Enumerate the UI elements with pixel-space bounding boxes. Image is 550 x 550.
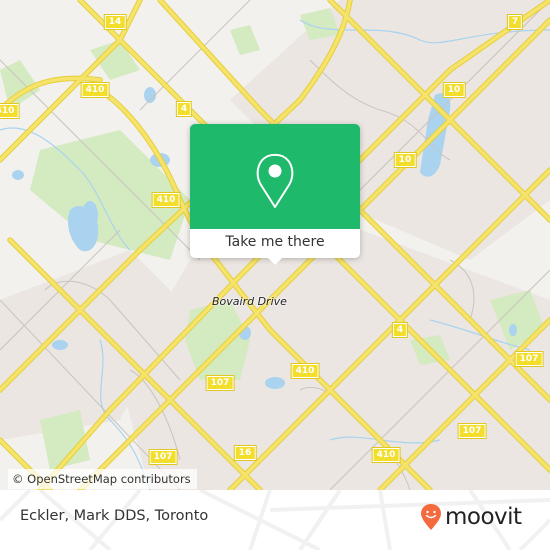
highway-shield-16: 16 <box>233 445 257 461</box>
footer-panel: Eckler, Mark DDS, Toronto moovit <box>0 490 550 550</box>
highway-shield-14: 14 <box>103 14 127 30</box>
highway-shield-410: 410 <box>151 192 181 208</box>
highway-shield-107: 107 <box>514 351 544 367</box>
highway-shield-7: 7 <box>506 14 524 30</box>
highway-shield-410: 410 <box>0 103 20 119</box>
place-label-bovaird-drive: Bovaird Drive <box>212 295 287 308</box>
moovit-pin-icon <box>421 504 441 530</box>
popup-pointer <box>267 257 283 265</box>
map-pin-icon <box>256 153 294 208</box>
highway-shield-107: 107 <box>205 375 235 391</box>
moovit-wordmark: moovit <box>445 504 522 530</box>
highway-shield-410: 410 <box>80 82 110 98</box>
highway-shield-107: 107 <box>148 449 178 465</box>
popup-header <box>190 124 360 229</box>
place-title: Eckler, Mark DDS, Toronto <box>20 508 209 524</box>
highway-shield-10: 10 <box>393 152 417 168</box>
highway-shield-107: 107 <box>457 423 487 439</box>
map[interactable]: 14 410 410 4 410 410 10 10 7 4 410 107 1… <box>0 0 550 490</box>
highway-shield-4: 4 <box>391 322 409 338</box>
moovit-logo[interactable]: moovit <box>420 502 522 532</box>
highway-shield-410: 410 <box>290 363 320 379</box>
map-attribution[interactable]: © OpenStreetMap contributors <box>8 469 197 489</box>
highway-shield-410: 410 <box>371 447 401 463</box>
highway-shield-4: 4 <box>175 101 193 117</box>
location-popup: Take me there <box>190 124 360 265</box>
highway-shield-10: 10 <box>442 82 466 98</box>
take-me-there-button[interactable]: Take me there <box>190 229 360 258</box>
